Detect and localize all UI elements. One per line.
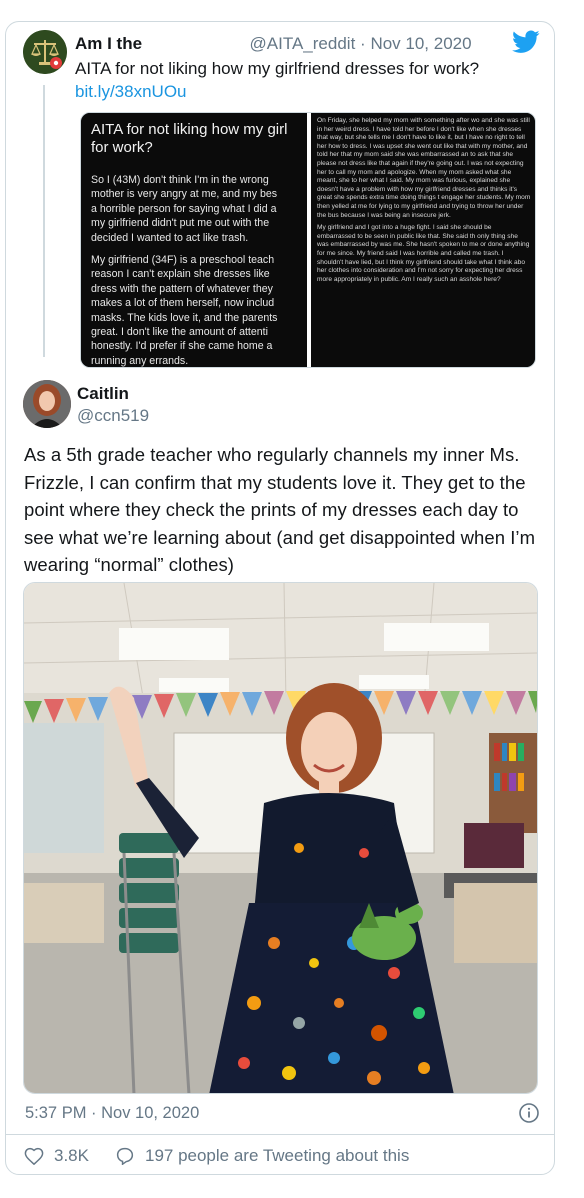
aita-right-panel: On Friday, she helped my mom with someth… bbox=[311, 113, 535, 367]
twitter-bird-icon[interactable] bbox=[512, 30, 540, 54]
profile-photo-icon bbox=[23, 380, 71, 428]
aita-paragraph: My girlfriend (34F) is a preschool teach… bbox=[91, 253, 297, 367]
conversation-link[interactable]: 197 people are Tweeting about this bbox=[115, 1146, 409, 1166]
tweet-photo[interactable] bbox=[23, 582, 538, 1094]
quoted-tweet-body: AITA for not liking how my girlfriend dr… bbox=[75, 59, 480, 78]
like-button[interactable]: 3.8K bbox=[24, 1146, 89, 1166]
aita-line: reason I can't explain she dresses like bbox=[91, 268, 270, 281]
conversation-count: 197 people are Tweeting about this bbox=[144, 1146, 410, 1165]
quoted-display-name[interactable]: Am I the bbox=[75, 34, 142, 53]
aita-left-panel: AITA for not liking how my girl for work… bbox=[81, 113, 307, 367]
aita-paragraph: My girlfriend and I got into a huge figh… bbox=[317, 224, 530, 283]
quoted-handle[interactable]: @AITA_reddit bbox=[250, 34, 356, 53]
divider bbox=[5, 1134, 555, 1135]
aita-title-line: AITA for not liking how my girl bbox=[91, 121, 288, 138]
main-handle[interactable]: @ccn519 bbox=[77, 406, 149, 426]
aita-line: my girlfriend didn't put me out with the bbox=[91, 217, 270, 230]
aita-avatar[interactable] bbox=[23, 30, 67, 74]
tweet-timestamp[interactable]: 5:37 PM · Nov 10, 2020 bbox=[25, 1104, 199, 1123]
aita-line: honestly. I'd prefer if she came home a bbox=[91, 340, 273, 353]
quoted-tweet-link[interactable]: bit.ly/38xnUOu bbox=[75, 82, 187, 101]
like-count: 3.8K bbox=[54, 1146, 89, 1165]
aita-line: My girlfriend (34F) is a preschool teach bbox=[91, 254, 275, 267]
classroom-photo bbox=[24, 583, 537, 1093]
info-icon[interactable] bbox=[518, 1102, 540, 1124]
dot-separator: · bbox=[360, 34, 366, 53]
aita-post-screenshot[interactable]: AITA for not liking how my girl for work… bbox=[80, 112, 536, 368]
aita-line: a horrible person for saying what I did … bbox=[91, 202, 277, 215]
aita-line: masks. The kids love it, and the parents bbox=[91, 311, 278, 324]
aita-line: mother is very angry at me, and my bes bbox=[91, 188, 278, 201]
quoted-tweet-text: AITA for not liking how my girlfriend dr… bbox=[75, 57, 515, 103]
reply-bubble-icon bbox=[116, 1147, 134, 1165]
aita-line: makes a lot of them herself, now includ bbox=[91, 297, 275, 310]
caitlin-avatar[interactable] bbox=[23, 380, 71, 428]
aita-paragraph: On Friday, she helped my mom with someth… bbox=[317, 117, 531, 219]
aita-post-title: AITA for not liking how my girl for work… bbox=[91, 121, 297, 157]
aita-line: great. I don't like the amount of attent… bbox=[91, 326, 268, 339]
aita-line: running any errands. bbox=[91, 354, 189, 367]
scales-logo-icon bbox=[23, 30, 67, 74]
heart-icon bbox=[24, 1147, 44, 1165]
main-tweet-text: As a 5th grade teacher who regularly cha… bbox=[24, 444, 536, 575]
aita-paragraph: So I (43M) don't think I'm in the wrong … bbox=[91, 173, 297, 245]
aita-title-line: for work? bbox=[91, 139, 153, 156]
quoted-date[interactable]: Nov 10, 2020 bbox=[370, 34, 471, 53]
main-display-name[interactable]: Caitlin bbox=[77, 384, 129, 404]
tweet-stats: 3.8K 197 people are Tweeting about this bbox=[24, 1146, 435, 1166]
quoted-tweet-header: Am I the @AITA_reddit · Nov 10, 2020 bbox=[75, 34, 472, 54]
aita-line: decided I wanted to act like trash. bbox=[91, 231, 249, 244]
thread-connector-line bbox=[43, 85, 45, 357]
aita-line: So I (43M) don't think I'm in the wrong bbox=[91, 174, 269, 186]
aita-line: dress with the pattern of whatever they bbox=[91, 282, 273, 295]
